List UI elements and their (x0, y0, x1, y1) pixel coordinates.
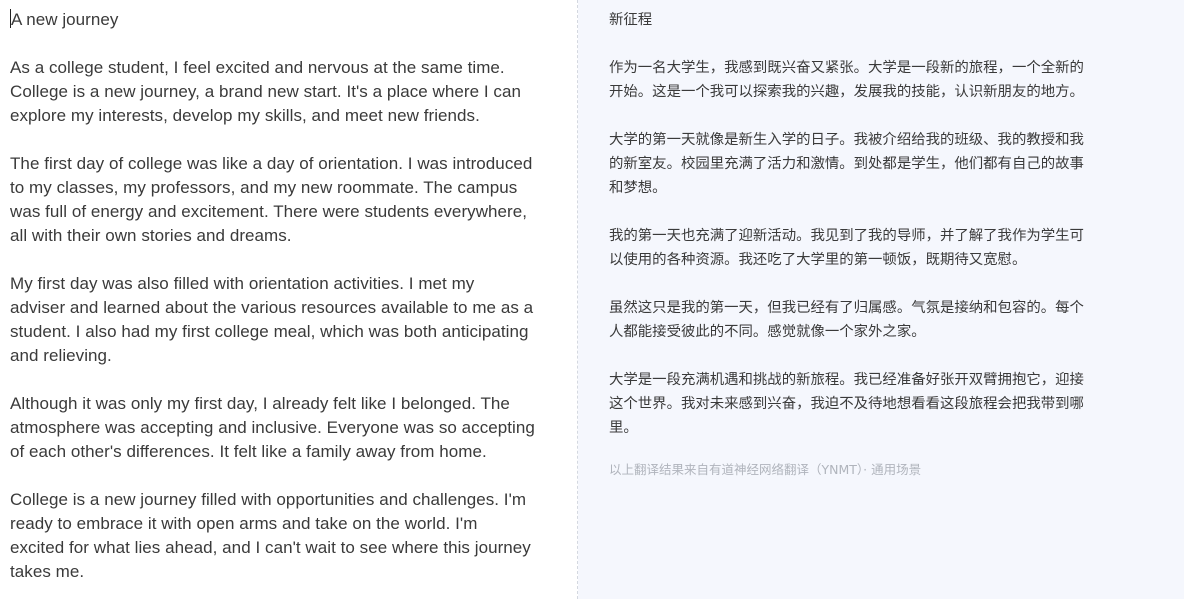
source-text-editor[interactable]: A new journey As a college student, I fe… (0, 0, 578, 599)
source-title: A new journey (11, 10, 119, 29)
source-paragraph[interactable]: As a college student, I feel excited and… (10, 56, 557, 128)
source-title-line[interactable]: A new journey (10, 8, 557, 32)
translation-output: 新征程 作为一名大学生，我感到既兴奋又紧张。大学是一段新的旅程，一个全新的 开始… (578, 0, 1184, 599)
translation-paragraph: 大学的第一天就像是新生入学的日子。我被介绍给我的班级、我的教授和我 的新室友。校… (609, 132, 1084, 196)
source-paragraph[interactable]: College is a new journey filled with opp… (10, 488, 557, 584)
translation-engine-note: 以上翻译结果来自有道神经网络翻译（YNMT）· 通用场景 (609, 462, 922, 477)
source-paragraph[interactable]: The first day of college was like a day … (10, 152, 557, 248)
translation-paragraph: 大学是一段充满机遇和挑战的新旅程。我已经准备好张开双臂拥抱它，迎接 这个世界。我… (609, 372, 1084, 436)
translation-title: 新征程 (609, 12, 653, 28)
translator-workspace: A new journey As a college student, I fe… (0, 0, 1184, 599)
source-paragraph[interactable]: My first day was also filled with orient… (10, 272, 557, 368)
translation-paragraph: 作为一名大学生，我感到既兴奋又紧张。大学是一段新的旅程，一个全新的 开始。这是一… (609, 60, 1084, 100)
translation-paragraph: 虽然这只是我的第一天，但我已经有了归属感。气氛是接纳和包容的。每个 人都能接受彼… (609, 300, 1084, 340)
translation-paragraph: 我的第一天也充满了迎新活动。我见到了我的导师，并了解了我作为学生可 以使用的各种… (609, 228, 1084, 268)
source-paragraph[interactable]: Although it was only my first day, I alr… (10, 392, 557, 464)
